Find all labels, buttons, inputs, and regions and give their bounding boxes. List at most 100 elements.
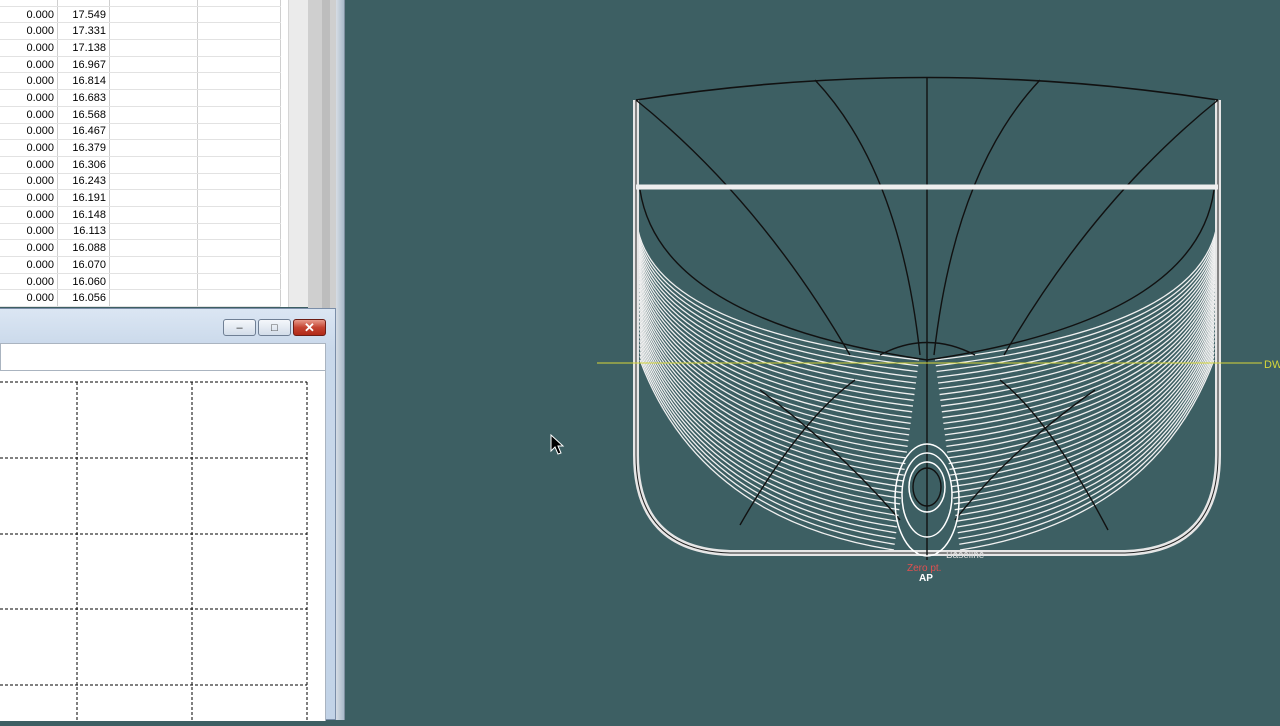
cell-col-a[interactable]: 0.000 (0, 89, 58, 107)
maximize-button[interactable]: □ (258, 319, 291, 336)
table-row[interactable]: 0.000 17.138 (0, 39, 281, 57)
cell-col-c[interactable] (109, 139, 198, 157)
cell-col-b[interactable]: 17.138 (57, 39, 110, 57)
child-window-toolbar[interactable] (0, 343, 326, 371)
cell-col-b[interactable]: 16.814 (57, 72, 110, 91)
cell-col-b[interactable]: 16.683 (57, 89, 110, 107)
cell-col-d[interactable] (197, 289, 281, 307)
cell-col-c[interactable] (109, 173, 198, 191)
cell-col-c[interactable] (109, 289, 198, 307)
cell-col-c[interactable] (109, 123, 198, 141)
minimize-button[interactable]: – (223, 319, 256, 336)
cell-col-c[interactable] (109, 72, 198, 91)
cell-col-c[interactable] (109, 206, 198, 224)
table-row[interactable]: 0.000 17.549 (0, 6, 281, 24)
child-window[interactable]: – □ ✕ (0, 308, 336, 721)
cell-col-c[interactable] (109, 22, 198, 41)
table-row[interactable]: 0.000 16.191 (0, 189, 281, 207)
cell-col-b[interactable]: 16.113 (57, 223, 110, 241)
cell-col-b[interactable]: 16.467 (57, 123, 110, 141)
cell-col-b[interactable]: 16.148 (57, 206, 110, 224)
cell-col-a[interactable]: 0.000 (0, 173, 58, 191)
table-row[interactable]: 0.000 16.814 (0, 72, 281, 91)
table-row[interactable]: 0.000 16.967 (0, 56, 281, 74)
cell-col-d[interactable] (197, 273, 281, 291)
cell-col-d[interactable] (197, 39, 281, 57)
cell-col-d[interactable] (197, 72, 281, 91)
cell-col-b[interactable]: 16.379 (57, 139, 110, 157)
table-row[interactable]: 0.000 16.148 (0, 206, 281, 224)
cell-col-a[interactable]: 0.000 (0, 106, 58, 124)
table-row[interactable]: 0.000 16.113 (0, 223, 281, 241)
close-button[interactable]: ✕ (293, 319, 326, 336)
cell-col-a[interactable]: 0.000 (0, 206, 58, 224)
cell-col-c[interactable] (109, 39, 198, 57)
cell-col-a[interactable]: 0.000 (0, 223, 58, 241)
table-row[interactable]: 0.000 16.243 (0, 173, 281, 191)
cell-col-d[interactable] (197, 223, 281, 241)
cell-col-c[interactable] (109, 89, 198, 107)
cell-col-c[interactable] (109, 106, 198, 124)
child-window-titlebar[interactable]: – □ ✕ (0, 309, 335, 343)
cell-col-b[interactable]: 16.070 (57, 256, 110, 274)
cell-col-d[interactable] (197, 239, 281, 257)
cell-col-b[interactable]: 16.967 (57, 56, 110, 74)
cell-col-b[interactable]: 16.306 (57, 156, 110, 174)
cell-col-c[interactable] (109, 56, 198, 74)
cell-col-a[interactable]: 0.000 (0, 289, 58, 307)
cell-col-c[interactable] (109, 223, 198, 241)
cell-col-c[interactable] (109, 239, 198, 257)
cell-col-b[interactable]: 16.056 (57, 289, 110, 307)
cell-col-a[interactable]: 0.000 (0, 56, 58, 74)
cell-col-a[interactable]: 0.000 (0, 156, 58, 174)
cell-col-c[interactable] (109, 273, 198, 291)
cell-col-d[interactable] (197, 6, 281, 24)
cell-col-a[interactable]: 0.000 (0, 189, 58, 207)
cell-col-a[interactable]: 0.000 (0, 239, 58, 257)
cell-col-d[interactable] (197, 89, 281, 107)
cell-col-d[interactable] (197, 156, 281, 174)
table-row[interactable]: 0.000 16.060 (0, 273, 281, 291)
table-row[interactable]: 0.000 17.331 (0, 22, 281, 41)
cell-col-d[interactable] (197, 139, 281, 157)
cell-col-a[interactable]: 0.000 (0, 139, 58, 157)
cell-col-b[interactable]: 17.549 (57, 6, 110, 24)
cell-col-d[interactable] (197, 56, 281, 74)
cell-col-d[interactable] (197, 22, 281, 41)
cell-col-a[interactable]: 0.000 (0, 123, 58, 141)
cell-col-b[interactable]: 16.088 (57, 239, 110, 257)
table-row[interactable]: 0.000 16.070 (0, 256, 281, 274)
offsets-table-pane: 0.000 17.549 0.000 17.331 0.000 17.138 0.000 16… (0, 0, 308, 307)
cell-col-a[interactable]: 0.000 (0, 6, 58, 24)
cell-col-b[interactable]: 16.060 (57, 273, 110, 291)
table-row[interactable]: 0.000 16.056 (0, 289, 281, 307)
cell-col-d[interactable] (197, 189, 281, 207)
cell-col-d[interactable] (197, 123, 281, 141)
cell-col-d[interactable] (197, 206, 281, 224)
table-vertical-scrollbar[interactable] (288, 0, 308, 307)
cell-col-c[interactable] (109, 256, 198, 274)
cell-col-a[interactable]: 0.000 (0, 273, 58, 291)
cell-col-b[interactable]: 16.191 (57, 189, 110, 207)
cell-col-b[interactable]: 16.243 (57, 173, 110, 191)
table-row[interactable]: 0.000 16.306 (0, 156, 281, 174)
cell-col-b[interactable]: 16.568 (57, 106, 110, 124)
child-window-canvas[interactable] (0, 371, 326, 721)
cell-col-d[interactable] (197, 106, 281, 124)
cell-col-c[interactable] (109, 6, 198, 24)
table-row[interactable]: 0.000 16.088 (0, 239, 281, 257)
table-row[interactable]: 0.000 16.379 (0, 139, 281, 157)
table-row[interactable]: 0.000 16.683 (0, 89, 281, 107)
table-row[interactable]: 0.000 16.467 (0, 123, 281, 141)
cell-col-d[interactable] (197, 173, 281, 191)
table-row[interactable]: 0.000 16.568 (0, 106, 281, 124)
cell-col-d[interactable] (197, 256, 281, 274)
cell-col-a[interactable]: 0.000 (0, 256, 58, 274)
cell-col-a[interactable]: 0.000 (0, 72, 58, 91)
cell-col-c[interactable] (109, 156, 198, 174)
body-plan-view[interactable]: DW Baseline Zero pt. AP (345, 0, 1280, 720)
cell-col-a[interactable]: 0.000 (0, 22, 58, 41)
cell-col-b[interactable]: 17.331 (57, 22, 110, 41)
cell-col-a[interactable]: 0.000 (0, 39, 58, 57)
cell-col-c[interactable] (109, 189, 198, 207)
